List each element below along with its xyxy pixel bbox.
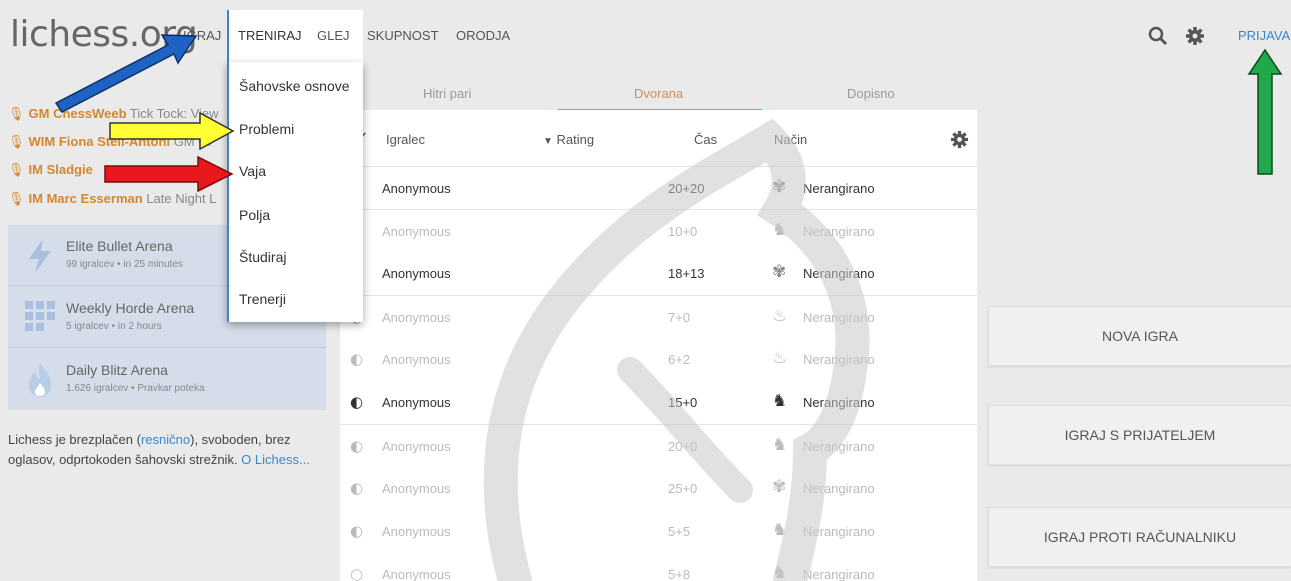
column-header-time[interactable]: Čas <box>694 132 717 147</box>
learn-dropdown-menu: Šahovske osnove Problemi Vaja Polja Štud… <box>227 62 363 322</box>
microphone-icon: 🎙 <box>8 106 25 121</box>
streamer-item[interactable]: 🎙 WIM Fiona Steil-Antoni GM Ol <box>8 134 211 150</box>
gear-icon[interactable] <box>1185 26 1205 51</box>
color-half-icon: ◐ <box>350 522 364 540</box>
really-link[interactable]: resnično <box>141 432 190 447</box>
column-header-mode[interactable]: Način <box>774 132 807 147</box>
site-logo[interactable]: lichess.org <box>10 14 198 55</box>
play-with-computer-button[interactable]: IGRAJ PROTI RAČUNALNIKU <box>988 507 1291 567</box>
dropdown-item-coaches[interactable]: Trenerji <box>239 291 286 307</box>
variant-icon: ✾ <box>772 262 787 282</box>
streamer-item[interactable]: 🎙 IM Marc Esserman Late Night L <box>8 191 216 207</box>
knight-icon: ♞ <box>772 391 788 411</box>
tab-lobby[interactable]: Dvorana <box>634 86 683 101</box>
search-icon[interactable] <box>1148 26 1168 51</box>
dropdown-item-coordinates[interactable]: Polja <box>239 207 270 223</box>
table-row[interactable]: ◐ Anonymous 15+0 ♞ Nerangirano <box>340 381 977 424</box>
table-row[interactable]: ○ Anonymous 5+8 ♞ Nerangirano <box>340 553 977 581</box>
flame-icon: ♨ <box>772 348 788 368</box>
table-row[interactable]: ◐ Anonymous 25+0 ✾ Nerangirano <box>340 467 977 510</box>
table-row[interactable]: ◐ Anonymous 10+0 ♞ Nerangirano <box>340 209 977 252</box>
dropdown-item-chess-basics[interactable]: Šahovske osnove <box>239 78 350 94</box>
color-empty-icon: ○ <box>350 565 364 581</box>
table-row[interactable]: ◐ Anonymous 5+5 ♞ Nerangirano <box>340 510 977 553</box>
knight-icon: ♞ <box>772 435 788 455</box>
flame-icon: ♨ <box>772 306 788 326</box>
blitz-flame-icon <box>23 361 57 399</box>
knight-icon: ♞ <box>772 220 788 240</box>
table-row[interactable]: ◐ Anonymous 18+13 ✾ Nerangirano <box>340 252 977 295</box>
color-half-icon: ◐ <box>350 479 364 497</box>
table-row[interactable]: ◐ Anonymous 20+20 ✾ Nerangirano <box>340 166 977 209</box>
seek-table: ✓ Igralec ▼ Rating Čas Način ◐ Anonymous… <box>340 110 977 581</box>
green-arrow-annotation <box>1247 48 1283 175</box>
color-half-icon: ◐ <box>350 350 364 368</box>
streamer-item[interactable]: 🎙 IM Sladgie <box>8 162 93 178</box>
new-game-button[interactable]: NOVA IGRA <box>988 306 1291 366</box>
nav-tools[interactable]: ORODJA <box>456 28 510 43</box>
dropdown-item-puzzles[interactable]: Problemi <box>239 121 294 137</box>
table-row[interactable]: ◐ Anonymous 7+0 ♨ Nerangirano <box>340 295 977 338</box>
variant-icon: ✾ <box>772 477 787 497</box>
color-half-icon: ◐ <box>350 393 364 411</box>
nav-learn[interactable]: TRENIRAJ <box>238 28 302 43</box>
nav-play[interactable]: IGRAJ <box>183 28 221 43</box>
tab-correspondence[interactable]: Dopisno <box>847 86 895 101</box>
knight-icon: ♞ <box>772 563 788 581</box>
color-half-icon: ◐ <box>350 437 364 455</box>
red-arrow-annotation <box>104 155 234 193</box>
signin-link[interactable]: PRIJAVA <box>1238 28 1290 43</box>
column-header-rating[interactable]: ▼ Rating <box>543 132 594 147</box>
horde-icon <box>23 299 57 337</box>
streamer-item[interactable]: 🎙 GM ChessWeeb Tick Tock: View <box>8 106 219 122</box>
sort-down-icon: ▼ <box>543 136 553 147</box>
tournament-item[interactable]: Daily Blitz Arena 1.626 igralcev • Pravk… <box>8 349 326 410</box>
dropdown-item-practice[interactable]: Vaja <box>239 163 266 179</box>
play-with-friend-button[interactable]: IGRAJ S PRIJATELJEM <box>988 405 1291 465</box>
column-header-player[interactable]: Igralec <box>386 132 425 147</box>
table-row[interactable]: ◐ Anonymous 6+2 ♨ Nerangirano <box>340 338 977 381</box>
bullet-icon <box>23 237 57 275</box>
knight-icon: ♞ <box>772 520 788 540</box>
about-lichess-link[interactable]: O Lichess... <box>241 452 310 467</box>
table-row[interactable]: ◐ Anonymous 20+0 ♞ Nerangirano <box>340 424 977 467</box>
nav-watch[interactable]: GLEJ <box>317 28 350 43</box>
about-text: Lichess je brezplačen (resnično), svobod… <box>8 432 310 467</box>
nav-community[interactable]: SKUPNOST <box>367 28 439 43</box>
gear-icon[interactable] <box>950 130 969 152</box>
tab-quick-pairing[interactable]: Hitri pari <box>423 86 471 101</box>
microphone-icon: 🎙 <box>8 162 25 177</box>
microphone-icon: 🎙 <box>8 134 25 149</box>
site-header: lichess.org IGRAJ TRENIRAJ GLEJ SKUPNOST… <box>0 0 1291 62</box>
microphone-icon: 🎙 <box>8 191 25 206</box>
variant-icon: ✾ <box>772 177 787 197</box>
dropdown-item-study[interactable]: Študiraj <box>239 249 286 265</box>
